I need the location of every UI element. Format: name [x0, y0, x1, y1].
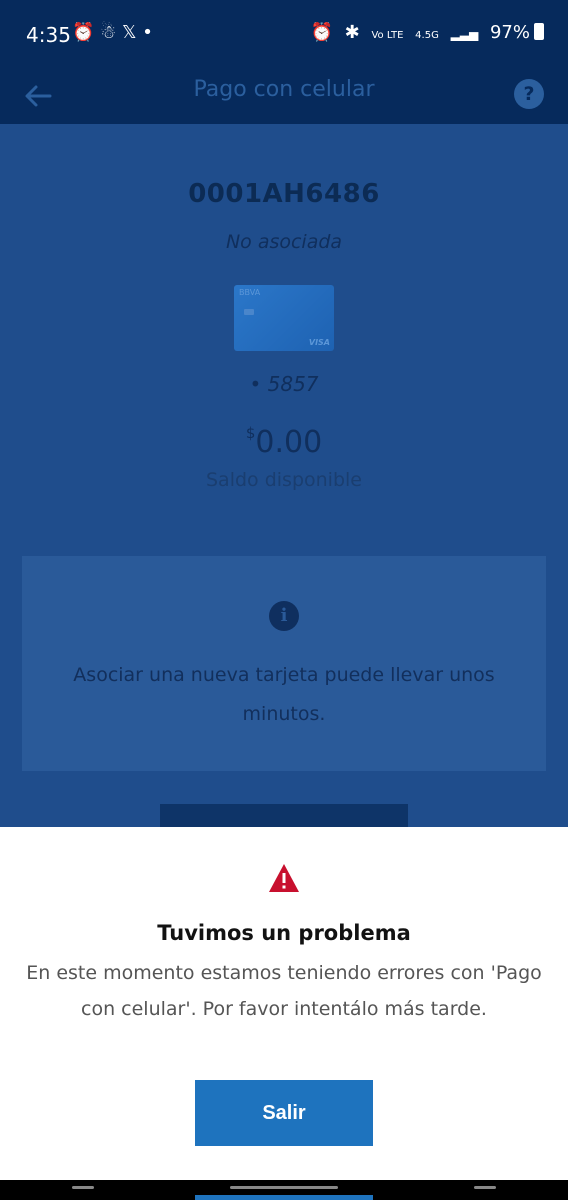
battery-percent: 97%	[489, 22, 530, 43]
bluetooth-icon: ✱	[344, 22, 360, 43]
battery-icon	[534, 23, 544, 40]
card-last-digits: • 5857	[249, 372, 319, 396]
balance: $0.00	[0, 424, 568, 460]
info-box: i Asociar una nueva tarjeta puede llevar…	[22, 556, 546, 771]
alarm-icon: ⏰	[310, 22, 333, 43]
nav-recents-button[interactable]	[72, 1186, 94, 1189]
signal-icon: ▂▃▅	[450, 27, 479, 41]
main-content: 0001AH6486 No asociada BBVA VISA • 5857 …	[0, 124, 568, 834]
dialog-title: Tuvimos un problema	[157, 921, 411, 945]
card-brand: BBVA	[239, 288, 261, 297]
info-icon: i	[269, 601, 299, 631]
system-icons: ⏰ ✱ Vo LTE 4.5G ▂▃▅ 97%	[304, 22, 544, 43]
card-status: No asociada	[225, 231, 343, 253]
nav-back-button[interactable]	[474, 1186, 496, 1189]
balance-currency: $	[245, 424, 256, 442]
card-network: VISA	[308, 338, 330, 347]
dialog-message: En este momento estamos teniendo errores…	[26, 962, 542, 1020]
volte-icon: Vo LTE	[371, 30, 404, 41]
app-header: Pago con celular ?	[0, 68, 568, 124]
balance-amount: 0.00	[255, 425, 323, 460]
info-text: Asociar una nueva tarjeta puede llevar u…	[73, 664, 495, 725]
card-id: 0001AH6486	[188, 179, 380, 209]
card-image: BBVA VISA	[234, 285, 334, 351]
nav-peek	[195, 1195, 373, 1200]
error-dialog: Tuvimos un problema En este momento esta…	[0, 827, 568, 1200]
nav-home-button[interactable]	[230, 1186, 338, 1189]
balance-label: Saldo disponible	[206, 469, 362, 491]
notification-icons: ⏰ ☃ 𝕏 •	[72, 22, 153, 43]
warning-icon	[269, 864, 299, 892]
status-time: 4:35	[26, 23, 71, 47]
help-button[interactable]: ?	[514, 79, 544, 109]
status-bar: 4:35 ⏰ ☃ 𝕏 • ⏰ ✱ Vo LTE 4.5G ▂▃▅ 97%	[0, 0, 568, 68]
network-type-icon: 4.5G	[415, 30, 439, 41]
page-title: Pago con celular	[193, 77, 375, 102]
card-chip-icon	[244, 309, 254, 315]
exit-button[interactable]: Salir	[195, 1080, 373, 1146]
